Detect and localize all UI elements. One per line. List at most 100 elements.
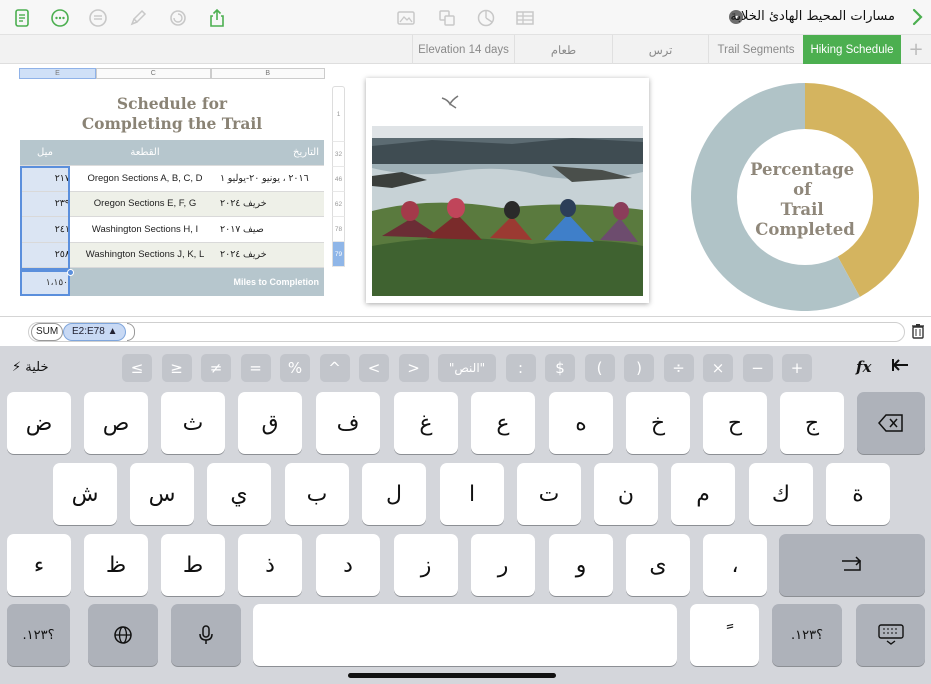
letter-key[interactable]: ق (238, 392, 302, 454)
letter-key[interactable]: ص (84, 392, 148, 454)
back-chevron-icon[interactable] (911, 8, 923, 30)
letter-key[interactable]: ا (440, 463, 504, 525)
function-key[interactable]: % (280, 354, 310, 382)
formula-reference-token[interactable]: E2:E78 ▲ (63, 323, 127, 341)
letter-key[interactable]: ف (316, 392, 380, 454)
letter-key[interactable]: ذ (238, 534, 302, 596)
hikers-photo[interactable] (366, 78, 649, 303)
trail-completion-chart[interactable]: Percentage of Trail Completed (690, 82, 920, 312)
trash-icon[interactable] (911, 323, 925, 343)
space-key[interactable] (253, 604, 677, 666)
formula-function-token[interactable]: SUM (31, 323, 64, 341)
letter-key[interactable]: س (130, 463, 194, 525)
letter-key[interactable]: ش (53, 463, 117, 525)
cell-segment[interactable]: Washington Sections H, I (70, 217, 220, 242)
header-segment[interactable]: القطعة (70, 140, 220, 165)
column-header-e[interactable]: E (19, 68, 96, 79)
letter-key[interactable]: م (671, 463, 735, 525)
tab-hiking-schedule[interactable]: Hiking Schedule (803, 35, 901, 64)
tab-food[interactable]: طعام (514, 35, 612, 64)
function-key[interactable]: "النص" (438, 354, 496, 382)
letter-key[interactable]: ز (394, 534, 458, 596)
function-browser-button[interactable]: fx (856, 358, 871, 376)
function-key[interactable]: ≥ (161, 354, 192, 382)
share-icon[interactable] (205, 6, 229, 30)
numbers-key[interactable]: .؟١٢٣ (7, 604, 70, 666)
selection-handle[interactable] (67, 269, 74, 276)
row-header[interactable]: 46 (332, 167, 345, 192)
collaborate-icon[interactable] (166, 6, 190, 30)
table-icon[interactable] (513, 6, 537, 30)
letter-key[interactable]: ة (826, 463, 890, 525)
letter-key[interactable]: ك (749, 463, 813, 525)
microphone-icon[interactable] (171, 604, 241, 666)
letter-key[interactable]: ، (703, 534, 767, 596)
letter-key[interactable]: ء (7, 534, 71, 596)
letter-key[interactable]: ج (780, 392, 844, 454)
function-key[interactable]: ^ (319, 354, 350, 382)
letter-key[interactable]: ح (703, 392, 767, 454)
function-key[interactable]: + (782, 354, 812, 382)
letter-key[interactable]: ث (161, 392, 225, 454)
letter-key[interactable]: ع (471, 392, 535, 454)
home-indicator[interactable] (348, 673, 556, 678)
function-key[interactable]: ) (624, 354, 654, 382)
cell-miles[interactable]: ٢١٧ (20, 166, 70, 191)
cell-date[interactable]: خريف ٢٠٢٤ (220, 192, 324, 217)
letter-key[interactable]: د (316, 534, 380, 596)
function-key[interactable]: = (240, 354, 271, 382)
row-header[interactable]: 78 (332, 217, 345, 242)
row-header[interactable]: 62 (332, 192, 345, 217)
letter-key[interactable]: ر (471, 534, 535, 596)
return-icon[interactable] (779, 534, 925, 596)
letter-key[interactable]: و (549, 534, 613, 596)
shapes-icon[interactable] (435, 6, 459, 30)
format-icon[interactable] (86, 6, 110, 30)
cell-miles[interactable]: ٢٥٨ (20, 242, 70, 267)
schedule-title[interactable]: Schedule for Completing the Trail (20, 94, 324, 134)
cell-date[interactable]: صيف ٢٠١٧ (220, 217, 324, 242)
tab-elevation[interactable]: Elevation 14 days (412, 35, 514, 64)
more-icon[interactable] (48, 6, 72, 30)
function-key[interactable]: < (359, 354, 389, 382)
column-header-c[interactable]: C (96, 68, 211, 79)
document-setup-icon[interactable] (10, 6, 34, 30)
globe-icon[interactable] (88, 604, 158, 666)
letter-key[interactable]: ظ (84, 534, 148, 596)
row-header[interactable]: 1 (332, 86, 345, 142)
row-header-selected[interactable]: 79 (332, 242, 345, 267)
dismiss-keyboard-icon[interactable] (856, 604, 925, 666)
letter-key[interactable]: ن (594, 463, 658, 525)
cell-segment[interactable]: Oregon Sections E, F, G (70, 192, 220, 217)
cell-mode-button[interactable]: ⚡︎ خلية (12, 360, 49, 375)
letter-key[interactable]: ي (207, 463, 271, 525)
letter-key[interactable]: ض (7, 392, 71, 454)
letter-key[interactable]: خ (626, 392, 690, 454)
cell-segment[interactable]: Washington Sections J, K, L (70, 243, 220, 268)
function-key[interactable]: ≠ (201, 354, 231, 382)
header-date[interactable]: التاريخ (220, 140, 324, 165)
function-key[interactable]: − (742, 354, 773, 382)
function-key[interactable]: × (703, 354, 733, 382)
numbers-key-right[interactable]: .؟١٢٣ (772, 604, 842, 666)
letter-key[interactable]: ل (362, 463, 426, 525)
cell-miles[interactable]: ٢٣٩ (20, 191, 70, 216)
cell-date[interactable]: خريف ٢٠٢٤ (220, 243, 324, 268)
function-key[interactable]: : (505, 354, 536, 382)
letter-key[interactable]: ى (626, 534, 690, 596)
tab-to-start-icon[interactable] (890, 357, 910, 377)
formula-input[interactable] (28, 322, 905, 342)
tab-trail-segments[interactable]: Trail Segments (708, 35, 803, 64)
letter-key[interactable]: ت (517, 463, 581, 525)
letter-key[interactable]: ب (285, 463, 349, 525)
cell-total-miles[interactable]: ١،١٥٠ (20, 268, 70, 296)
row-header[interactable]: 32 (332, 142, 345, 167)
cell-miles[interactable]: ٢٤١ (20, 217, 70, 242)
diacritic-key[interactable]: ً (690, 604, 759, 666)
cell-date[interactable]: ٢٠١٦ ، يونيو ٢٠-يوليو ١ (220, 166, 324, 191)
document-title[interactable]: مسارات المحيط الهادئ الخلابة (730, 9, 895, 24)
function-key[interactable]: ÷ (663, 354, 694, 382)
letter-key[interactable]: ط (161, 534, 225, 596)
header-miles[interactable]: ميل (20, 140, 70, 165)
tab-gear[interactable]: ترس (612, 35, 708, 64)
